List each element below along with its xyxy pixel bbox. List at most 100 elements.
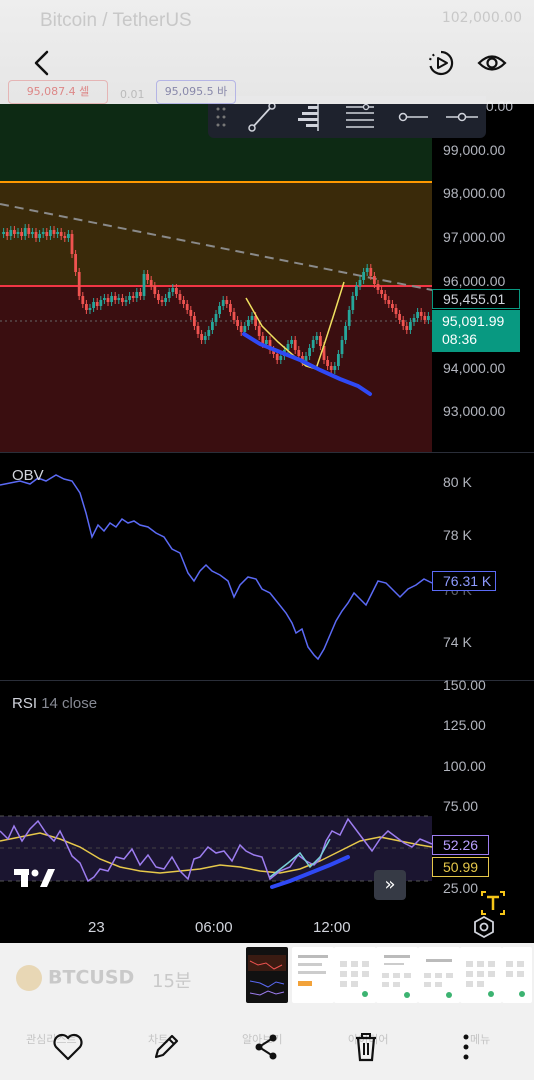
thumbnail[interactable] <box>376 947 418 1003</box>
candle-body <box>351 296 355 310</box>
ghost-spread: 0.01 <box>120 88 145 101</box>
price-tick: 99,000.00 <box>443 142 506 158</box>
obv-tick: 80 K <box>443 474 472 490</box>
back-icon[interactable] <box>28 48 56 78</box>
thumbnail-preview <box>382 955 411 998</box>
obv-line <box>0 474 433 661</box>
last-price-label: 95,091.99 08:36 <box>432 310 520 352</box>
thumbnail-chart-preview <box>248 949 286 1001</box>
candle-body <box>412 318 416 322</box>
candle-body <box>340 340 344 354</box>
candle-body <box>243 326 247 332</box>
more-icon[interactable] <box>446 1029 486 1065</box>
scroll-to-realtime-button[interactable]: » <box>374 870 406 900</box>
chart-settings-icon[interactable] <box>472 915 496 939</box>
candle-body <box>293 340 297 350</box>
thumbnail-active[interactable] <box>246 947 288 1003</box>
eye-icon[interactable] <box>476 48 508 78</box>
delete-icon[interactable] <box>346 1029 386 1065</box>
time-axis[interactable]: 23 06:00 12:00 <box>0 913 534 943</box>
candle-body <box>2 232 5 234</box>
candle-body <box>218 306 221 314</box>
candle-body <box>67 234 70 238</box>
candle-body <box>113 296 117 300</box>
candle-body <box>311 340 315 348</box>
thumbnail-preview <box>298 955 328 986</box>
thumbnail[interactable] <box>418 947 460 1003</box>
image-viewer-bottom-bar: BTCUSD 15분 관심리스트 차트 알아보기 아이디어 메뉴 <box>0 943 534 1080</box>
candle-body <box>85 304 88 310</box>
thumbnail[interactable] <box>292 947 334 1003</box>
candle-body <box>88 308 92 310</box>
price-label-red-line: 95,455.01 <box>432 289 520 309</box>
candle-body <box>31 232 34 234</box>
candle-body <box>52 230 56 234</box>
thumbnail[interactable] <box>502 947 532 1003</box>
candle-body <box>77 272 81 296</box>
candle-body <box>178 294 182 300</box>
share-icon[interactable] <box>246 1029 286 1065</box>
candle-body <box>225 300 229 304</box>
ghost-buy-button: 95,095.5 바 <box>156 80 236 104</box>
candle-body <box>221 300 225 306</box>
candle-body <box>146 274 149 280</box>
thumbnail-preview <box>506 961 525 997</box>
candle-body <box>185 304 189 310</box>
candle-body <box>142 274 146 296</box>
rsi-ma-value-label: 50.99 <box>432 857 489 877</box>
rsi-tick: 75.00 <box>443 798 479 814</box>
ghost-timeframe: 15분 <box>152 971 192 992</box>
candle-body <box>358 280 362 286</box>
obv-tick: 74 K <box>443 634 472 650</box>
candle-body <box>423 316 427 320</box>
candle-body <box>157 294 160 300</box>
candle-body <box>153 286 157 294</box>
trend-line-tool-icon[interactable] <box>244 100 280 134</box>
ghost-sell-button: 95,087.4 셀 <box>8 80 108 104</box>
price-tick: 97,000.00 <box>443 229 506 245</box>
candle-body <box>416 312 419 318</box>
candle-body <box>9 230 13 236</box>
rsi-params: 14 close <box>41 695 98 712</box>
horizontal-line-tool-icon[interactable] <box>444 100 480 134</box>
candle-body <box>405 326 409 330</box>
candle-body <box>347 310 351 326</box>
candle-body <box>207 330 211 336</box>
candle-body <box>81 296 85 304</box>
last-price-value: 95,091.99 <box>442 313 505 329</box>
candle-body <box>391 304 394 308</box>
candle-body <box>265 340 268 344</box>
candle-body <box>110 296 113 302</box>
rsi-pane[interactable] <box>0 681 534 913</box>
ghost-sell-price: 95,087.4 <box>26 85 76 98</box>
candle-body <box>189 310 193 316</box>
candle-body <box>59 232 63 236</box>
candle-body <box>41 232 45 234</box>
candle-body <box>365 268 369 272</box>
candle-body <box>193 316 196 326</box>
thumbnail[interactable] <box>334 947 376 1003</box>
candle-body <box>139 292 142 296</box>
favorite-icon[interactable] <box>48 1029 88 1065</box>
candle-body <box>380 290 383 294</box>
text-tool-icon[interactable] <box>480 890 506 916</box>
price-tick: 94,000.00 <box>443 360 506 376</box>
live-photo-icon[interactable] <box>426 48 456 78</box>
fib-retracement-tool-icon[interactable] <box>342 100 378 134</box>
horizontal-ray-tool-icon[interactable] <box>394 100 430 134</box>
edit-icon[interactable] <box>146 1029 186 1065</box>
candle-body <box>182 300 185 304</box>
time-label: 23 <box>88 919 105 936</box>
candle-countdown: 08:36 <box>442 331 478 347</box>
candle-body <box>329 366 333 370</box>
rsi-tick: 125.00 <box>443 717 486 733</box>
thumbnail[interactable] <box>460 947 502 1003</box>
candle-body <box>171 288 175 292</box>
rsi-tick: 100.00 <box>443 758 486 774</box>
candle-body <box>56 232 59 234</box>
drag-handle-icon[interactable] <box>216 106 226 128</box>
volume-profile-tool-icon[interactable] <box>294 100 330 134</box>
candle-body <box>409 322 412 330</box>
price-tick: 93,000.00 <box>443 403 506 419</box>
candle-body <box>135 292 139 298</box>
